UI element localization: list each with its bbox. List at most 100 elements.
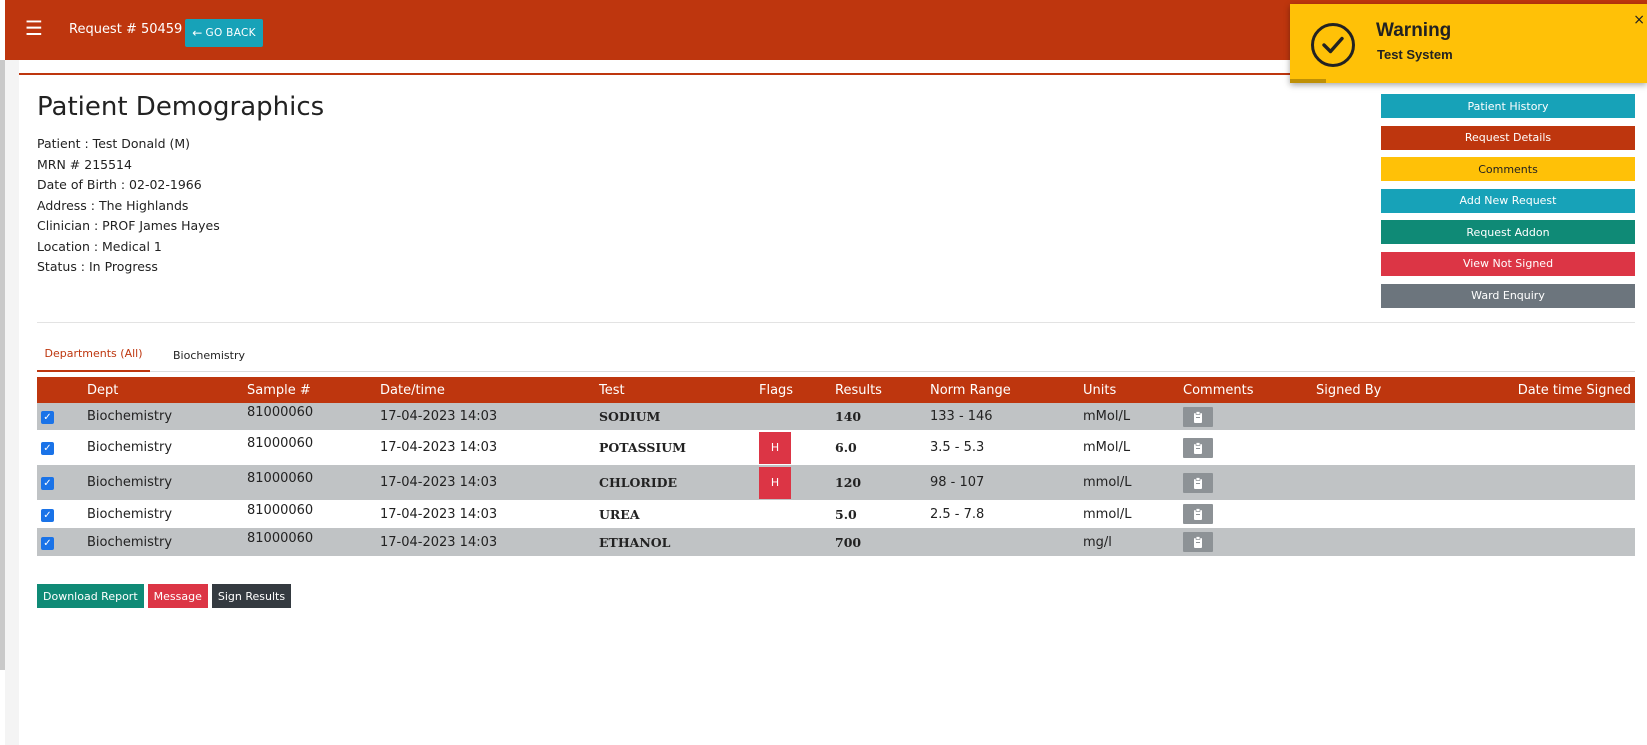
view-not-signed-button[interactable]: View Not Signed xyxy=(1381,251,1635,276)
cell-signed-at xyxy=(1433,465,1635,500)
bottom-actions: Download Report Message Sign Results xyxy=(37,584,292,608)
request-status: Status : In Progress xyxy=(37,259,158,274)
cell-test: ETHANOL xyxy=(591,528,751,556)
cell-datetime: 17-04-2023 14:03 xyxy=(372,403,591,430)
cell-flag: H xyxy=(751,465,827,500)
cell-sample: 81000060 xyxy=(239,430,372,465)
demographics-details: Patient : Test Donald (M) MRN # 215514 D… xyxy=(37,134,220,278)
cell-result: 140 xyxy=(827,403,922,430)
message-button[interactable]: Message xyxy=(147,584,208,608)
cell-comments xyxy=(1175,500,1308,528)
cell-dept: Biochemistry xyxy=(79,528,239,556)
clipboard-icon[interactable] xyxy=(1183,437,1213,458)
cell-units: mMol/L xyxy=(1075,430,1175,465)
sign-results-button[interactable]: Sign Results xyxy=(211,584,292,608)
cell-dept: Biochemistry xyxy=(79,465,239,500)
cell-flag: H xyxy=(751,430,827,465)
cell-comments xyxy=(1175,528,1308,556)
cell-datetime: 17-04-2023 14:03 xyxy=(372,430,591,465)
table-header-row: Dept Sample # Date/time Test Flags Resul… xyxy=(37,377,1635,403)
patient-name: Patient : Test Donald (M) xyxy=(37,136,191,151)
high-flag-badge: H xyxy=(759,466,791,499)
cell-sample: 81000060 xyxy=(239,403,372,430)
cell-signed-at xyxy=(1433,500,1635,528)
cell-comments xyxy=(1175,430,1308,465)
tab-biochemistry[interactable]: Biochemistry xyxy=(164,341,254,372)
clipboard-icon[interactable] xyxy=(1183,504,1213,524)
cell-result: 700 xyxy=(827,528,922,556)
table-row: ✓ Biochemistry 81000060 17-04-2023 14:03… xyxy=(37,528,1635,556)
cell-signed-by xyxy=(1308,430,1433,465)
cell-dept: Biochemistry xyxy=(79,403,239,430)
table-row: ✓ Biochemistry 81000060 17-04-2023 14:03… xyxy=(37,430,1635,465)
cell-test: SODIUM xyxy=(591,403,751,430)
cell-range xyxy=(922,528,1075,556)
row-checkbox[interactable]: ✓ xyxy=(41,536,54,550)
cell-range: 3.5 - 5.3 xyxy=(922,430,1075,465)
header-comments: Comments xyxy=(1175,377,1308,403)
download-report-button[interactable]: Download Report xyxy=(37,584,144,608)
clipboard-icon[interactable] xyxy=(1183,532,1213,552)
cell-result: 6.0 xyxy=(827,430,922,465)
cell-comments xyxy=(1175,403,1308,430)
department-tabs: Departments (All) Biochemistry xyxy=(37,341,1635,372)
cell-range: 98 - 107 xyxy=(922,465,1075,500)
cell-signed-by xyxy=(1308,403,1433,430)
table-row: ✓ Biochemistry 81000060 17-04-2023 14:03… xyxy=(37,465,1635,500)
row-checkbox[interactable]: ✓ xyxy=(41,411,54,424)
go-back-label: GO BACK xyxy=(205,27,256,39)
cell-signed-at xyxy=(1433,528,1635,556)
header-units: Units xyxy=(1075,377,1175,403)
cell-signed-by xyxy=(1308,465,1433,500)
tab-departments-all[interactable]: Departments (All) xyxy=(37,341,150,372)
header-signed-by: Signed By xyxy=(1308,377,1433,403)
toast-title: Warning xyxy=(1376,20,1452,41)
header-datetime: Date/time xyxy=(372,377,591,403)
patient-location: Location : Medical 1 xyxy=(37,238,162,254)
cell-datetime: 17-04-2023 14:03 xyxy=(372,465,591,500)
cell-units: mmol/L xyxy=(1075,500,1175,528)
header-date-time-signed: Date time Signed xyxy=(1433,377,1635,403)
cell-flag xyxy=(751,500,827,528)
row-checkbox[interactable]: ✓ xyxy=(41,442,54,455)
side-actions: Patient History Request Details Comments… xyxy=(1381,94,1635,315)
cell-sample: 81000060 xyxy=(239,528,372,556)
cell-dept: Biochemistry xyxy=(79,500,239,528)
hamburger-icon[interactable]: ☰ xyxy=(25,17,43,39)
header-select xyxy=(37,377,79,403)
table-row: ✓ Biochemistry 81000060 17-04-2023 14:03… xyxy=(37,403,1635,430)
patient-history-button[interactable]: Patient History xyxy=(1381,94,1635,118)
patient-dob: Date of Birth : 02-02-1966 xyxy=(37,177,202,192)
row-checkbox[interactable]: ✓ xyxy=(41,508,54,522)
go-back-button[interactable]: ← GO BACK xyxy=(185,19,263,47)
clipboard-icon[interactable] xyxy=(1183,472,1213,493)
cell-test: POTASSIUM xyxy=(591,430,751,465)
check-circle-icon xyxy=(1311,23,1355,67)
header-flags: Flags xyxy=(751,377,827,403)
cell-signed-by xyxy=(1308,500,1433,528)
ward-enquiry-button[interactable]: Ward Enquiry xyxy=(1381,283,1635,308)
cell-units: mmol/L xyxy=(1075,465,1175,500)
cell-signed-at xyxy=(1433,430,1635,465)
close-icon[interactable]: × xyxy=(1633,12,1645,28)
cell-datetime: 17-04-2023 14:03 xyxy=(372,500,591,528)
row-checkbox[interactable]: ✓ xyxy=(41,477,54,490)
add-new-request-button[interactable]: Add New Request xyxy=(1381,188,1635,213)
request-details-button[interactable]: Request Details xyxy=(1381,125,1635,150)
left-gutter xyxy=(5,60,19,745)
cell-range: 2.5 - 7.8 xyxy=(922,500,1075,528)
cell-datetime: 17-04-2023 14:03 xyxy=(372,528,591,556)
patient-address: Address : The Highlands xyxy=(37,197,189,213)
arrow-left-icon: ← xyxy=(192,26,203,40)
results-table: Dept Sample # Date/time Test Flags Resul… xyxy=(37,377,1635,556)
cell-test: UREA xyxy=(591,500,751,528)
toast-message: Test System xyxy=(1377,47,1453,62)
cell-comments xyxy=(1175,465,1308,500)
comments-button[interactable]: Comments xyxy=(1381,157,1635,182)
header-dept: Dept xyxy=(79,377,239,403)
cell-sample: 81000060 xyxy=(239,500,372,528)
clipboard-icon[interactable] xyxy=(1183,406,1213,427)
request-addon-button[interactable]: Request Addon xyxy=(1381,220,1635,245)
warning-toast[interactable]: Warning Test System × xyxy=(1290,4,1647,83)
table-row: ✓ Biochemistry 81000060 17-04-2023 14:03… xyxy=(37,500,1635,528)
